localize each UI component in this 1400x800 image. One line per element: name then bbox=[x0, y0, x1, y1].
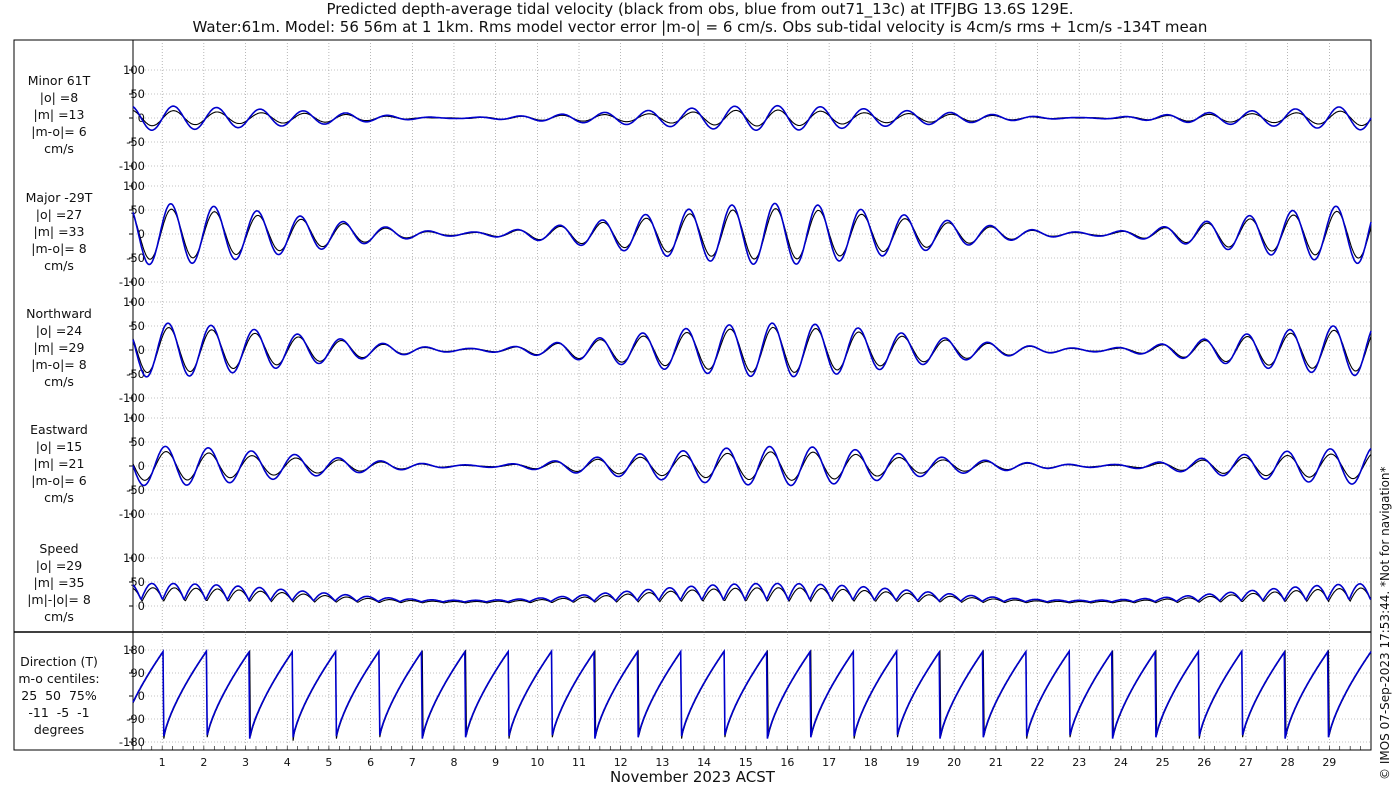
chart-frame bbox=[13, 39, 1372, 751]
y-tick-label: -50 bbox=[126, 367, 145, 381]
panel-label: Eastward |o| =15 |m| =21 |m-o|= 6 cm/s bbox=[14, 421, 104, 506]
panel-label-line: -11 -5 -1 bbox=[28, 705, 90, 720]
y-tick-label: 100 bbox=[123, 411, 145, 425]
copyright-notice: © IMOS 07-Sep-2023 17:53:44. *Not for na… bbox=[1378, 466, 1392, 780]
panel-label-line: |m-o|= 8 bbox=[31, 241, 87, 256]
panel-label-line: Major -29T bbox=[25, 190, 93, 205]
panel-label-line: Eastward bbox=[30, 422, 88, 437]
panel-label-line: |m| =33 bbox=[33, 224, 85, 239]
panel-label: Speed |o| =29 |m| =35 |m|-|o|= 8 cm/s bbox=[14, 540, 104, 625]
panel-label-line: |m-o|= 6 bbox=[31, 473, 87, 488]
panel-label: Direction (T) m-o centiles: 25 50 75% -11 -… bbox=[14, 653, 104, 738]
y-tick-label: 50 bbox=[130, 87, 145, 101]
panel-label-line: |m| =21 bbox=[33, 456, 85, 471]
y-tick-label: 0 bbox=[138, 599, 145, 613]
panel-label-line: degrees bbox=[33, 722, 85, 737]
panel-label-line: |m| =35 bbox=[33, 575, 85, 590]
y-tick-label: -180 bbox=[119, 735, 145, 749]
y-tick-label: -100 bbox=[119, 275, 145, 289]
panel-label-line: cm/s bbox=[44, 609, 74, 624]
panel-label-line: m-o centiles: bbox=[18, 671, 100, 686]
panel-label-line: |m-o|= 8 bbox=[31, 357, 87, 372]
y-tick-label: 50 bbox=[130, 319, 145, 333]
panel-label-line: |m| =13 bbox=[33, 107, 85, 122]
y-tick-label: 90 bbox=[130, 666, 145, 680]
y-tick-label: -100 bbox=[119, 159, 145, 173]
y-tick-label: -100 bbox=[119, 391, 145, 405]
y-tick-label: 0 bbox=[138, 343, 145, 357]
y-tick-label: 50 bbox=[130, 203, 145, 217]
y-tick-label: -90 bbox=[126, 712, 145, 726]
panel-label-line: |o| =27 bbox=[35, 207, 83, 222]
y-tick-label: 0 bbox=[138, 459, 145, 473]
y-tick-label: 100 bbox=[123, 179, 145, 193]
panel-label: Minor 61T |o| =8 |m| =13 |m-o|= 6 cm/s bbox=[14, 72, 104, 157]
tidal-velocity-chart: 1 2 3 4 5 6 7 8 9 10 11 12 13 14 15 16 17 18 19 20 21 22 23 24 2… bbox=[13, 39, 1372, 769]
panel-label-line: cm/s bbox=[44, 374, 74, 389]
panel-label-line: 25 50 75% bbox=[21, 688, 97, 703]
y-tick-label: -50 bbox=[126, 251, 145, 265]
panel-label-line: |o| =15 bbox=[35, 439, 83, 454]
panel-label: Northward |o| =24 |m| =29 |m-o|= 8 cm/s bbox=[14, 305, 104, 390]
y-tick-label: -50 bbox=[126, 135, 145, 149]
panel-label-line: cm/s bbox=[44, 490, 74, 505]
panel-label-line: |m-o|= 6 bbox=[31, 124, 87, 139]
panel-label-line: |o| =24 bbox=[35, 323, 83, 338]
panel-label-line: |m| =29 bbox=[33, 340, 85, 355]
y-tick-label: 100 bbox=[123, 63, 145, 77]
y-tick-label: 50 bbox=[130, 575, 145, 589]
y-tick-label: 180 bbox=[123, 643, 145, 657]
panel-label-line: Speed bbox=[39, 541, 79, 556]
panel-label-line: Minor 61T bbox=[27, 73, 91, 88]
panel-label-line: |o| =29 bbox=[35, 558, 83, 573]
panel-label-line: cm/s bbox=[44, 141, 74, 156]
panel-label: Major -29T |o| =27 |m| =33 |m-o|= 8 cm/s bbox=[14, 189, 104, 274]
model-series-line bbox=[132, 582, 1371, 603]
x-axis-label: November 2023 ACST bbox=[610, 768, 775, 786]
panel-label-line: |o| =8 bbox=[39, 90, 79, 105]
panel-label-line: Direction (T) bbox=[20, 654, 98, 669]
y-tick-label: 50 bbox=[130, 435, 145, 449]
panel-label-line: Northward bbox=[26, 306, 92, 321]
panel-label-line: |m|-|o|= 8 bbox=[27, 592, 91, 607]
y-tick-label: 100 bbox=[123, 295, 145, 309]
panel-label-line: cm/s bbox=[44, 258, 74, 273]
y-tick-label: -100 bbox=[119, 507, 145, 521]
model-series-line bbox=[132, 648, 1372, 739]
y-tick-label: 100 bbox=[123, 551, 145, 565]
